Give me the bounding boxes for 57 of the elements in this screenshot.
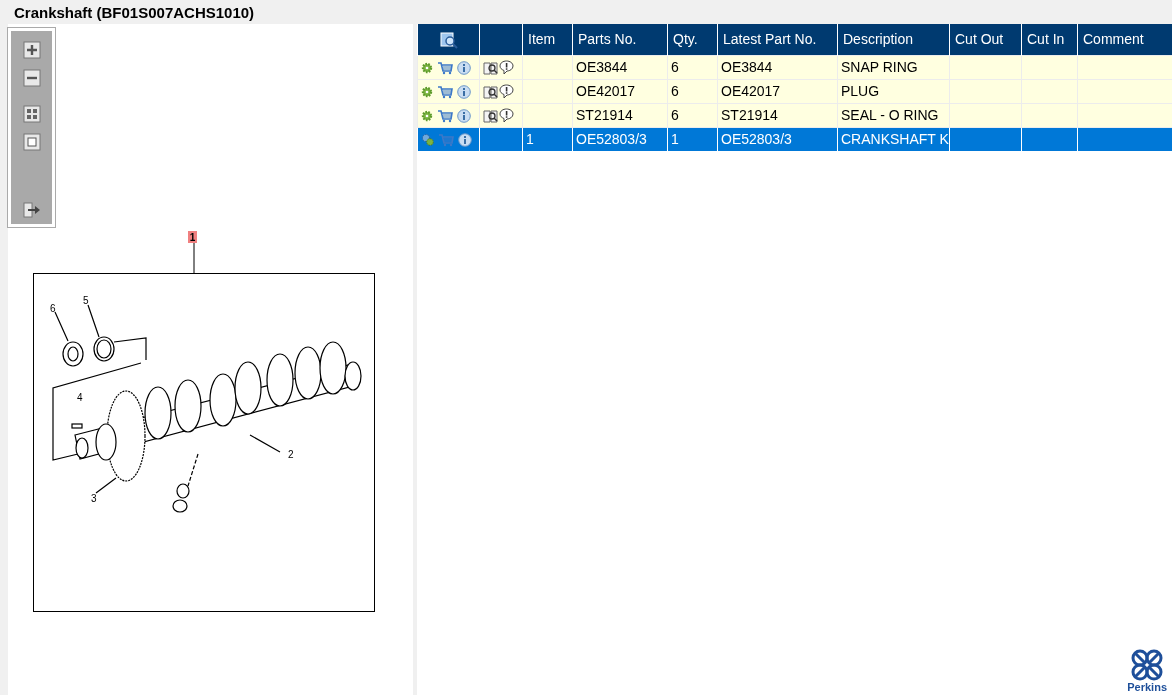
comment-alert-icon[interactable] bbox=[499, 108, 514, 124]
table-cell: SNAP RING bbox=[837, 55, 950, 79]
callout-badge[interactable]: 1 bbox=[188, 231, 197, 243]
column-header[interactable]: Cut In bbox=[1021, 24, 1078, 55]
table-cell: OE42017 bbox=[572, 79, 668, 103]
comment-alert-icon[interactable] bbox=[499, 84, 514, 100]
table-cell: 6 bbox=[667, 55, 718, 79]
book-search-icon[interactable] bbox=[483, 60, 499, 75]
column-header[interactable]: Item bbox=[522, 24, 573, 55]
parts-row[interactable]: 1 OE52803/3 1 OE52803/3 CRANKSHAFT K bbox=[417, 127, 1172, 151]
cart-icon[interactable] bbox=[436, 60, 453, 75]
parts-row[interactable]: ST21914 6 ST21914 SEAL - O RING bbox=[417, 103, 1172, 127]
logo-text: Perkins bbox=[1127, 682, 1167, 693]
info-icon[interactable] bbox=[456, 108, 471, 123]
column-header[interactable]: Parts No. bbox=[572, 24, 668, 55]
gear-icon[interactable] bbox=[421, 85, 433, 98]
info-icon[interactable] bbox=[457, 132, 472, 147]
logo-icon bbox=[1130, 648, 1165, 682]
book-search-icon[interactable] bbox=[483, 84, 499, 99]
table-cell: CRANKSHAFT K bbox=[837, 127, 950, 151]
actual-size-button[interactable] bbox=[22, 131, 41, 149]
fit-view-button[interactable] bbox=[22, 103, 41, 121]
gear-icon[interactable] bbox=[421, 109, 433, 122]
table-cell: OE3844 bbox=[572, 55, 668, 79]
table-cell: OE52803/3 bbox=[572, 127, 668, 151]
column-header[interactable]: Cut Out bbox=[949, 24, 1022, 55]
callout-number: 2 bbox=[288, 449, 294, 460]
column-header[interactable]: Comment bbox=[1077, 24, 1172, 55]
table-cell: OE3844 bbox=[717, 55, 838, 79]
table-cell: ST21914 bbox=[717, 103, 838, 127]
info-icon[interactable] bbox=[456, 84, 471, 99]
cart-icon[interactable] bbox=[436, 84, 453, 99]
gear-icon[interactable] bbox=[421, 61, 433, 74]
find-document-icon[interactable] bbox=[439, 31, 458, 50]
column-header[interactable]: Latest Part No. bbox=[717, 24, 838, 55]
table-cell: ST21914 bbox=[572, 103, 668, 127]
info-icon[interactable] bbox=[456, 60, 471, 75]
table-cell: OE52803/3 bbox=[717, 127, 838, 151]
book-search-icon[interactable] bbox=[483, 108, 499, 123]
zoom-in-button[interactable] bbox=[22, 39, 41, 57]
zoom-out-button[interactable] bbox=[22, 67, 41, 85]
parts-row[interactable]: OE42017 6 OE42017 PLUG bbox=[417, 79, 1172, 103]
column-header[interactable]: Description bbox=[837, 24, 950, 55]
callout-number: 6 bbox=[50, 303, 56, 314]
callout-number: 3 bbox=[91, 493, 97, 504]
callout-number: 4 bbox=[77, 392, 83, 403]
leader-line bbox=[193, 242, 195, 274]
comment-alert-icon[interactable] bbox=[499, 60, 514, 76]
table-cell: OE42017 bbox=[717, 79, 838, 103]
parts-row[interactable]: OE3844 6 OE3844 SNAP RING bbox=[417, 55, 1172, 79]
callout-number: 5 bbox=[83, 295, 89, 306]
cart-icon[interactable] bbox=[436, 108, 453, 123]
window-title: Crankshaft (BF01S007ACHS1010) bbox=[14, 4, 255, 21]
export-button[interactable] bbox=[22, 199, 41, 217]
table-cell: SEAL - O RING bbox=[837, 103, 950, 127]
table-cell: PLUG bbox=[837, 79, 950, 103]
column-header[interactable]: Qty. bbox=[667, 24, 718, 55]
